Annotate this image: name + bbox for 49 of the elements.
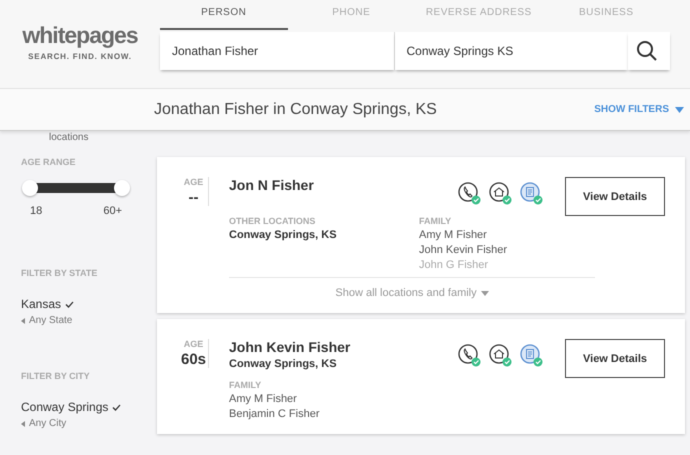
- filter-back-link[interactable]: Any State: [29, 315, 72, 326]
- filter-value[interactable]: Kansas: [21, 297, 62, 311]
- filter-heading: FILTER BY STATE: [21, 268, 98, 278]
- caret-icon: [480, 290, 489, 296]
- filter-label: locations: [49, 132, 88, 143]
- results-title: Jonathan Fisher in Conway Springs, KS: [154, 100, 437, 118]
- person-name[interactable]: John Kevin Fisher: [229, 339, 458, 355]
- check-icon: [112, 404, 122, 410]
- range-max: 60+: [103, 205, 122, 217]
- range-min: 18: [30, 205, 42, 217]
- search-button[interactable]: [628, 32, 670, 70]
- family-member[interactable]: John Kevin Fisher: [419, 244, 619, 256]
- verified-house-icon: [489, 344, 512, 367]
- family-member[interactable]: Amy M Fisher: [229, 393, 429, 405]
- filter-heading: FILTER BY CITY: [21, 371, 91, 381]
- caret-icon: [675, 106, 684, 112]
- location-text: Conway Springs, KS: [229, 229, 338, 241]
- view-details-button[interactable]: View Details: [565, 339, 665, 378]
- view-details-button[interactable]: View Details: [565, 177, 665, 216]
- verified-phone-icon: [458, 182, 481, 205]
- age-label: AGE: [184, 339, 204, 349]
- age-value: --: [188, 189, 198, 206]
- search-tab[interactable]: PERSON: [160, 0, 288, 30]
- name-field[interactable]: Jonathan Fisher: [160, 32, 394, 70]
- verified-phone-icon: [458, 344, 481, 367]
- location-field[interactable]: Conway Springs KS: [394, 32, 628, 70]
- filter-value[interactable]: Conway Springs: [21, 400, 108, 414]
- person-name[interactable]: Jon N Fisher: [229, 177, 458, 193]
- check-icon: [65, 300, 74, 308]
- section-label: FAMILY: [229, 380, 262, 390]
- slider-handle[interactable]: [22, 180, 38, 196]
- section-label: OTHER LOCATIONS: [229, 216, 316, 226]
- section-label: FAMILY: [419, 216, 452, 226]
- back-arrow-icon: [21, 318, 25, 324]
- slider-handle[interactable]: [114, 180, 130, 196]
- person-location: Conway Springs, KS: [229, 358, 338, 370]
- back-arrow-icon: [21, 420, 25, 426]
- age-label: AGE: [184, 177, 204, 187]
- search-icon: [636, 40, 658, 62]
- logo-tagline: SEARCH. FIND. KNOW.: [28, 52, 132, 61]
- filter-heading: AGE RANGE: [21, 157, 77, 167]
- verified-document-icon: [520, 344, 543, 367]
- verified-document-icon: [520, 182, 543, 205]
- age-value: 60s: [180, 351, 206, 368]
- family-member[interactable]: Benjamin C Fisher: [229, 408, 429, 420]
- family-member[interactable]: Amy M Fisher: [419, 229, 619, 241]
- verified-house-icon: [489, 182, 512, 205]
- logo-wordmark[interactable]: whitepages: [22, 22, 138, 49]
- filter-back-link[interactable]: Any City: [29, 418, 66, 429]
